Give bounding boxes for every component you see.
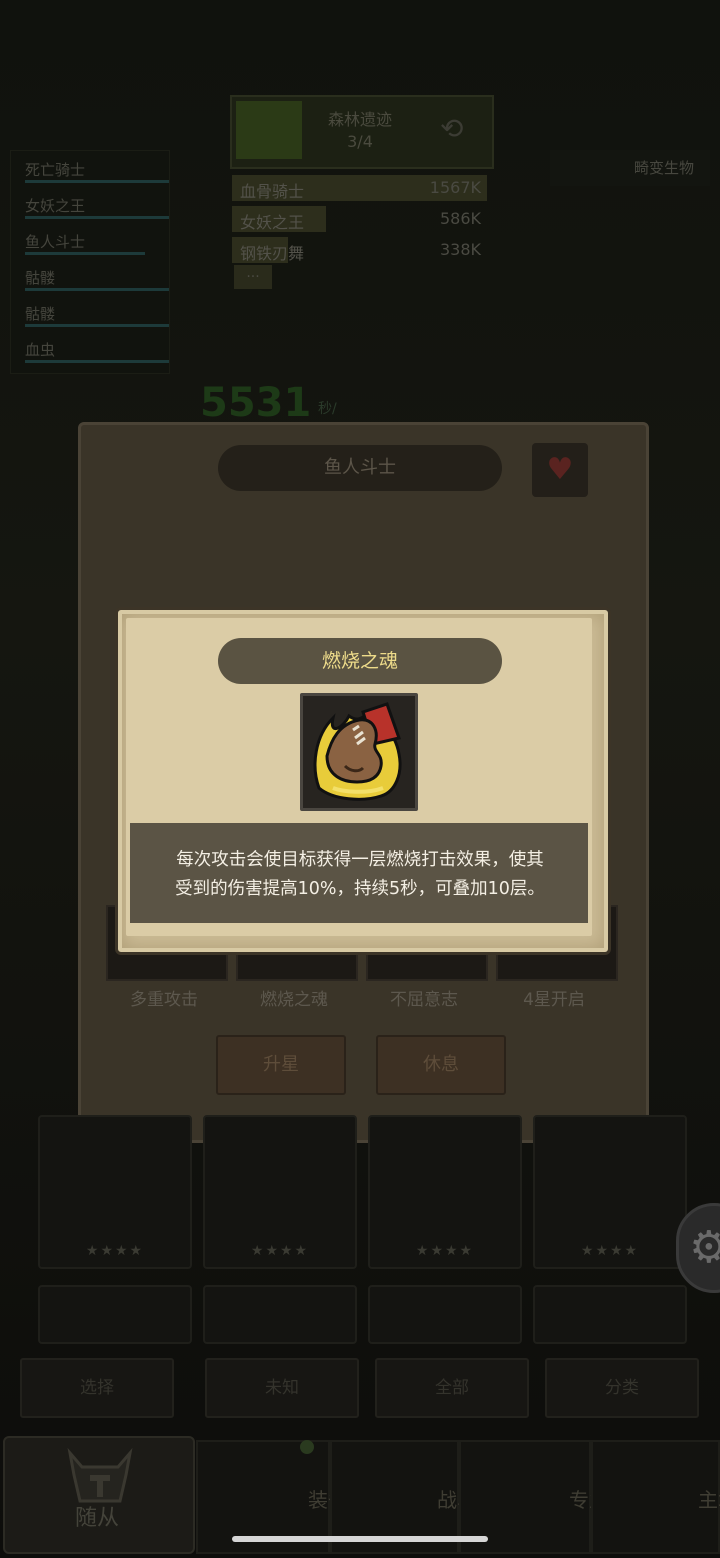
damage-value: 338K: [439, 240, 481, 259]
card-stars: ★★★★: [580, 1243, 640, 1259]
burning-fist-icon: [300, 693, 418, 811]
card-stars: ★★★★: [85, 1243, 145, 1259]
side-list-label: 死亡骑士: [25, 161, 86, 179]
follower-card[interactable]: ★★★★: [38, 1115, 192, 1269]
side-list-bar: [25, 216, 169, 219]
skill-title: 燃烧之魂: [321, 650, 398, 672]
upgrade-star-button[interactable]: 升星: [216, 1035, 346, 1095]
follower-side-list: 死亡骑士 女妖之王 鱼人斗士 骷髅 骷髅 血虫: [10, 150, 170, 374]
side-list-item[interactable]: 死亡骑士: [11, 151, 169, 187]
damage-ranking: 血骨骑士 1567K 女妖之王 586K 钢铁刃舞 338K: [232, 175, 487, 268]
damage-value: 1567K: [429, 178, 481, 197]
nav-city-label: 主城: [698, 1488, 720, 1512]
damage-row: 血骨骑士 1567K: [232, 175, 487, 203]
speed-value: 5531: [200, 380, 312, 426]
side-list-item[interactable]: 骷髅: [11, 259, 169, 295]
skill-label: 多重攻击: [130, 990, 198, 1010]
rest-button[interactable]: 休息: [376, 1035, 506, 1095]
notification-dot: [300, 1440, 314, 1454]
skill-label: 4星开启: [523, 990, 585, 1010]
skill-description: 每次攻击会使目标获得一层燃烧打击效果，使其 受到的伤害提高10%，持续5秒，可叠…: [146, 846, 574, 904]
side-list-label: 血虫: [25, 341, 56, 359]
damage-row: 女妖之王 586K: [232, 206, 487, 234]
boss-progress-fill: [236, 101, 302, 159]
helmet-icon: [67, 1447, 133, 1503]
boss-count: 3/4: [347, 132, 373, 151]
damage-name: 钢铁刃舞: [240, 244, 305, 263]
filter-tab[interactable]: 未知: [205, 1358, 359, 1418]
side-list-item[interactable]: 骷髅: [11, 295, 169, 331]
follower-card[interactable]: [38, 1285, 192, 1344]
side-list-label: 鱼人斗士: [25, 233, 86, 251]
follower-card[interactable]: ★★★★: [533, 1115, 687, 1269]
skill-description-line: 受到的伤害提高10%，持续5秒，可叠加10层。: [175, 879, 545, 899]
nav-followers-label: 随从: [74, 1506, 119, 1531]
damage-row: 钢铁刃舞 338K: [232, 237, 487, 265]
damage-more-button[interactable]: ...: [234, 265, 272, 289]
boss-name: 森林遗迹: [327, 110, 392, 129]
follower-card[interactable]: [203, 1285, 357, 1344]
follower-name: 鱼人斗士: [218, 445, 502, 491]
side-list-item[interactable]: 女妖之王: [11, 187, 169, 223]
card-stars: ★★★★: [250, 1243, 310, 1259]
side-list-label: 女妖之王: [25, 197, 86, 215]
side-list-label: 骷髅: [25, 305, 56, 323]
nav-city[interactable]: 主城: [591, 1440, 720, 1554]
follower-card[interactable]: ★★★★: [368, 1115, 522, 1269]
swap-icon[interactable]: ⟲: [440, 112, 463, 145]
side-list-bar: [25, 288, 169, 291]
damage-value: 586K: [439, 209, 481, 228]
filter-tab[interactable]: 分类: [545, 1358, 699, 1418]
filter-tab[interactable]: 选择: [20, 1358, 174, 1418]
home-indicator[interactable]: [232, 1536, 488, 1542]
damage-name: 血骨骑士: [240, 182, 305, 201]
mutant-label: 畸变生物: [633, 159, 694, 177]
mutant-label-box: 畸变生物: [550, 150, 710, 186]
side-list-item[interactable]: 鱼人斗士: [11, 223, 169, 259]
follower-card[interactable]: [533, 1285, 687, 1344]
damage-name: 女妖之王: [240, 213, 305, 232]
follower-card[interactable]: [368, 1285, 522, 1344]
skill-description-line: 每次攻击会使目标获得一层燃烧打击效果，使其: [176, 850, 544, 870]
follower-card[interactable]: ★★★★: [203, 1115, 357, 1269]
side-list-label: 骷髅: [25, 269, 56, 287]
side-list-bar: [25, 324, 169, 327]
speed-unit: 秒/: [318, 401, 337, 417]
card-stars: ★★★★: [415, 1243, 475, 1259]
side-list-bar: [25, 360, 169, 363]
skill-label: 不屈意志: [390, 990, 458, 1010]
favorite-heart-icon[interactable]: ♥: [532, 443, 588, 497]
skill-label: 燃烧之魂: [260, 990, 328, 1010]
filter-tab[interactable]: 全部: [375, 1358, 529, 1418]
skill-title-bar: 燃烧之魂: [218, 638, 502, 684]
side-list-bar: [25, 252, 145, 255]
side-list-bar: [25, 180, 169, 183]
side-list-item[interactable]: 血虫: [11, 331, 169, 367]
